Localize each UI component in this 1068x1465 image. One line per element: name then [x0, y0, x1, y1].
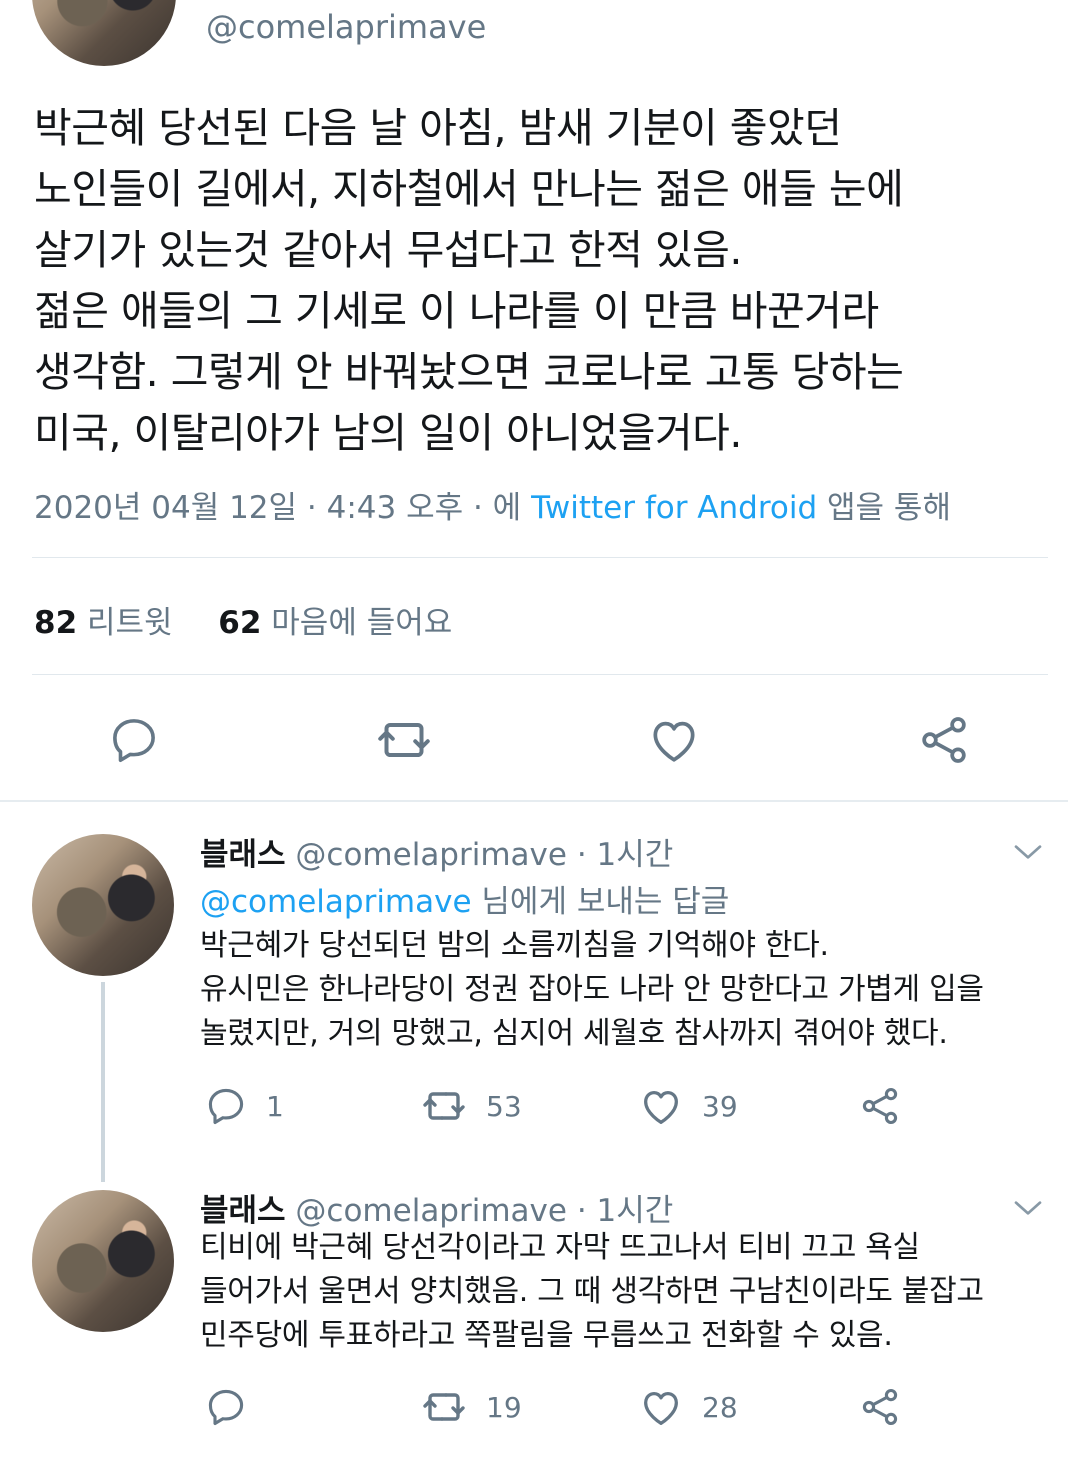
reply-avatar[interactable]	[32, 834, 174, 976]
reply-header: 블래스 @comelaprimave · 1시간	[200, 1185, 673, 1230]
heart-icon	[646, 712, 702, 768]
heart-icon	[638, 1384, 684, 1430]
reply-header: 블래스 @comelaprimave · 1시간	[200, 829, 673, 874]
reply-author-handle[interactable]: @comelaprimave	[295, 837, 567, 873]
retweet-count: 19	[486, 1390, 522, 1424]
tweet-source-link[interactable]: Twitter for Android	[531, 490, 817, 526]
like-stat[interactable]: 62 마음에 들어요	[218, 605, 452, 641]
reply-time: · 1시간	[576, 837, 674, 873]
tweet-text: 박근혜 당선된 다음 날 아침, 밤새 기분이 좋았던 노인들이 길에서, 지하…	[34, 104, 904, 457]
retweet-icon	[374, 710, 434, 770]
reply-button[interactable]	[204, 1385, 248, 1429]
like-button[interactable]	[644, 710, 704, 770]
share-button[interactable]	[914, 710, 974, 770]
reply-avatar[interactable]	[32, 1190, 174, 1332]
like-button[interactable]: 28	[638, 1385, 738, 1429]
thread-connector	[101, 982, 105, 1182]
divider	[32, 557, 1048, 558]
reply-button[interactable]	[104, 710, 164, 770]
reply-button[interactable]: 1	[204, 1084, 284, 1128]
chevron-down-icon[interactable]	[1012, 836, 1044, 868]
share-icon	[916, 712, 972, 768]
author-handle[interactable]: @comelaprimave	[206, 8, 486, 46]
reply-text: 티비에 박근혜 당선각이라고 자막 뜨고나서 티비 끄고 욕실 들어가서 울면서…	[200, 1230, 984, 1353]
like-count: 28	[702, 1390, 738, 1424]
retweet-button[interactable]	[374, 710, 434, 770]
reply-time: · 1시간	[576, 1193, 674, 1229]
retweet-icon	[420, 1383, 468, 1431]
reply-to-line: @comelaprimave 님에게 보내는 답글	[200, 876, 729, 921]
reply-author-name[interactable]: 블래스	[200, 1193, 286, 1229]
tweet-meta: 2020년 04월 12일 · 4:43 오후 · 에 Twitter for …	[34, 482, 951, 527]
heart-icon	[638, 1083, 684, 1129]
tweet-action-bar	[0, 710, 1068, 770]
retweet-count: 82	[34, 605, 78, 641]
share-button[interactable]	[858, 1385, 902, 1429]
like-label: 마음에 들어요	[271, 605, 453, 641]
retweet-count: 53	[486, 1089, 522, 1123]
retweet-label: 리트윗	[87, 605, 173, 641]
divider	[32, 674, 1048, 675]
share-icon	[858, 1385, 902, 1429]
share-icon	[858, 1084, 902, 1128]
like-count: 39	[702, 1089, 738, 1123]
like-button[interactable]: 39	[638, 1084, 738, 1128]
section-divider	[0, 800, 1068, 802]
reply-author-handle[interactable]: @comelaprimave	[295, 1193, 567, 1229]
reply-to-mention[interactable]: @comelaprimave	[200, 884, 472, 920]
reply-icon	[204, 1385, 248, 1429]
like-count: 62	[218, 605, 262, 641]
reply-author-name[interactable]: 블래스	[200, 837, 286, 873]
reply-icon	[107, 713, 161, 767]
reply-text: 박근혜가 당선되던 밤의 소름끼침을 기억해야 한다. 유시민은 한나라당이 정…	[200, 928, 984, 1051]
retweet-stat[interactable]: 82 리트윗	[34, 605, 173, 641]
tweet-stats: 82 리트윗 62 마음에 들어요	[34, 597, 452, 642]
chevron-down-icon[interactable]	[1012, 1192, 1044, 1224]
retweet-button[interactable]: 19	[420, 1385, 522, 1429]
reply-to-label: 님에게 보내는 답글	[481, 884, 730, 920]
retweet-icon	[420, 1082, 468, 1130]
reply-icon	[204, 1084, 248, 1128]
tweet-source-suffix: 앱을 통해	[827, 490, 951, 526]
author-avatar[interactable]	[32, 0, 176, 66]
retweet-button[interactable]: 53	[420, 1084, 522, 1128]
share-button[interactable]	[858, 1084, 902, 1128]
reply-count: 1	[266, 1089, 284, 1123]
tweet-date: 2020년 04월 12일 · 4:43 오후 · 에	[34, 490, 522, 526]
